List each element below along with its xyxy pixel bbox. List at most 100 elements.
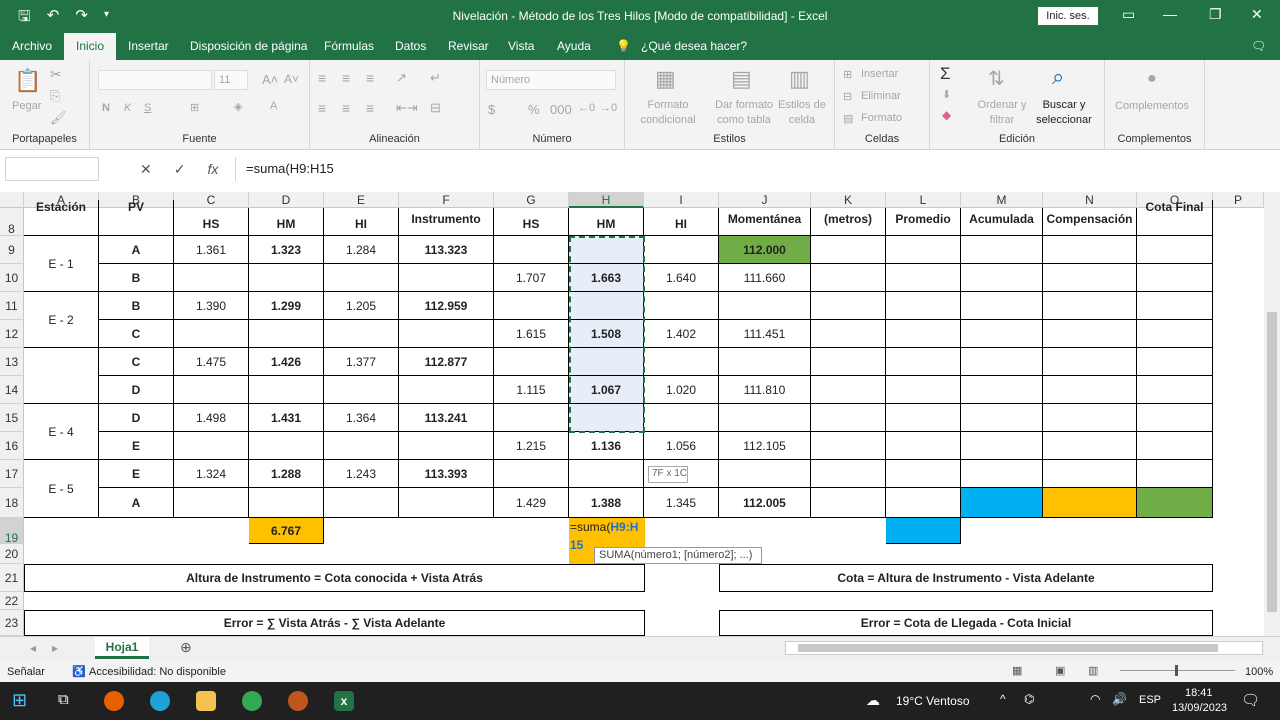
empty-cell[interactable] <box>886 460 961 488</box>
fill-icon[interactable]: ⬇ <box>942 88 951 101</box>
data-cell[interactable]: D <box>99 404 174 432</box>
empty-cell[interactable] <box>961 320 1043 348</box>
add-sheet-icon[interactable]: ⊕ <box>180 639 192 656</box>
weather-icon[interactable]: ☁ <box>866 692 880 709</box>
wifi-icon[interactable]: ◠ <box>1090 692 1100 706</box>
data-cell[interactable]: 1.136 <box>569 432 644 460</box>
data-cell[interactable]: 1.215 <box>494 432 569 460</box>
empty-cell[interactable] <box>886 320 961 348</box>
enter-icon[interactable]: ✓ <box>174 161 186 178</box>
data-cell[interactable] <box>569 404 644 432</box>
empty-cell[interactable] <box>811 348 886 376</box>
data-cell[interactable]: 1.020 <box>644 376 719 404</box>
percent-icon[interactable]: % <box>528 102 540 117</box>
cancel-icon[interactable]: ✕ <box>140 161 152 178</box>
empty-cell[interactable] <box>961 292 1043 320</box>
data-cell[interactable]: 1.475 <box>174 348 249 376</box>
row-header[interactable]: 21 <box>0 564 24 592</box>
clock-time[interactable]: 18:41 <box>1185 687 1213 699</box>
data-cell[interactable] <box>644 236 719 264</box>
data-cell[interactable]: 113.393 <box>399 460 494 488</box>
data-cell[interactable]: D <box>99 376 174 404</box>
data-cell[interactable]: 113.323 <box>399 236 494 264</box>
column-title[interactable]: HM <box>569 208 644 236</box>
conditional-format-icon[interactable]: ▦ <box>655 66 676 92</box>
empty-cell[interactable] <box>811 460 886 488</box>
empty-cell[interactable] <box>811 236 886 264</box>
sort-filter-icon[interactable]: ⇅ <box>988 66 1005 91</box>
row-header[interactable]: 14 <box>0 376 24 404</box>
data-cell[interactable]: 1.431 <box>249 404 324 432</box>
cut-icon[interactable]: ✂ <box>50 66 62 83</box>
empty-cell[interactable] <box>961 348 1043 376</box>
accessibility-icon[interactable]: ♿ <box>72 665 86 678</box>
data-cell[interactable]: 112.877 <box>399 348 494 376</box>
data-cell[interactable] <box>644 292 719 320</box>
spreadsheet-grid[interactable]: A B C D E F G H I J K L M N O P 8 9 10 11 12 13 14 15 16 17 18 19 20… <box>0 192 1264 636</box>
data-cell[interactable]: 111.810 <box>719 376 811 404</box>
data-cell[interactable] <box>174 320 249 348</box>
prev-sheet-icon[interactable]: ◂ <box>30 641 36 655</box>
decrease-decimal-icon[interactable]: →0 <box>600 102 617 114</box>
network-icon[interactable]: ⌬ <box>1024 692 1034 706</box>
empty-cell[interactable] <box>1137 376 1213 404</box>
name-box[interactable] <box>5 157 99 181</box>
addins-icon[interactable]: ● <box>1147 70 1157 88</box>
empty-cell[interactable] <box>886 292 961 320</box>
column-header[interactable]: K <box>811 192 886 208</box>
empty-cell[interactable] <box>1043 292 1137 320</box>
vertical-scrollbar[interactable] <box>1264 192 1280 636</box>
data-cell[interactable]: A <box>99 236 174 264</box>
data-cell[interactable]: 1.640 <box>644 264 719 292</box>
horizontal-scrollbar[interactable] <box>785 641 1263 655</box>
normal-view-icon[interactable]: ▦ <box>1012 664 1022 677</box>
empty-cell[interactable] <box>961 460 1043 488</box>
tab-formulas[interactable]: Fórmulas <box>324 39 374 53</box>
data-cell[interactable] <box>569 460 644 488</box>
empty-cell[interactable] <box>1043 376 1137 404</box>
empty-cell[interactable] <box>886 432 961 460</box>
align-top-icon[interactable]: ≡ <box>318 70 326 86</box>
volume-icon[interactable]: 🔊 <box>1112 692 1127 706</box>
select-all-corner[interactable] <box>0 192 24 208</box>
row-header[interactable]: 17 <box>0 460 24 488</box>
empty-cell[interactable] <box>811 488 886 518</box>
empty-cell[interactable] <box>1137 404 1213 432</box>
column-title[interactable]: Compensación <box>1043 208 1137 236</box>
data-cell[interactable]: 1.345 <box>644 488 719 518</box>
format-painter-icon[interactable]: 🖌 <box>50 110 67 126</box>
zoom-level[interactable]: 100% <box>1245 666 1273 678</box>
column-header[interactable]: I <box>644 192 719 208</box>
borders-icon[interactable]: ⊞ <box>190 101 199 114</box>
empty-cell[interactable] <box>1137 348 1213 376</box>
ribbon-display-icon[interactable]: ▭ <box>1122 6 1135 23</box>
data-cell[interactable] <box>399 376 494 404</box>
data-cell[interactable]: 112.105 <box>719 432 811 460</box>
data-cell[interactable]: 1.364 <box>324 404 399 432</box>
cell-styles-button[interactable]: Estilos de celda <box>775 98 829 128</box>
font-color-icon[interactable]: A <box>270 100 277 112</box>
data-cell[interactable] <box>569 292 644 320</box>
task-view-icon[interactable]: ⧉ <box>58 691 69 708</box>
column-title[interactable]: Acumulada <box>961 208 1043 236</box>
format-cells-icon[interactable]: ▤ <box>843 112 853 125</box>
column-title[interactable]: (metros) <box>811 208 886 236</box>
data-cell[interactable]: 1.663 <box>569 264 644 292</box>
tab-revisar[interactable]: Revisar <box>448 39 489 53</box>
data-cell[interactable]: 1.288 <box>249 460 324 488</box>
data-cell[interactable]: 1.205 <box>324 292 399 320</box>
column-header[interactable]: G <box>494 192 569 208</box>
edge-icon[interactable] <box>150 691 170 711</box>
data-cell[interactable]: 1.615 <box>494 320 569 348</box>
station-cell[interactable]: E - 5 <box>24 460 99 518</box>
data-cell[interactable] <box>324 376 399 404</box>
empty-cell[interactable] <box>1043 236 1137 264</box>
data-cell[interactable] <box>569 236 644 264</box>
row-header[interactable]: 15 <box>0 404 24 432</box>
data-cell[interactable] <box>719 348 811 376</box>
data-cell[interactable]: 1.377 <box>324 348 399 376</box>
data-cell[interactable] <box>249 320 324 348</box>
empty-cell[interactable] <box>1043 460 1137 488</box>
empty-cell[interactable] <box>1137 264 1213 292</box>
sign-in-button[interactable]: Inic. ses. <box>1038 7 1098 25</box>
